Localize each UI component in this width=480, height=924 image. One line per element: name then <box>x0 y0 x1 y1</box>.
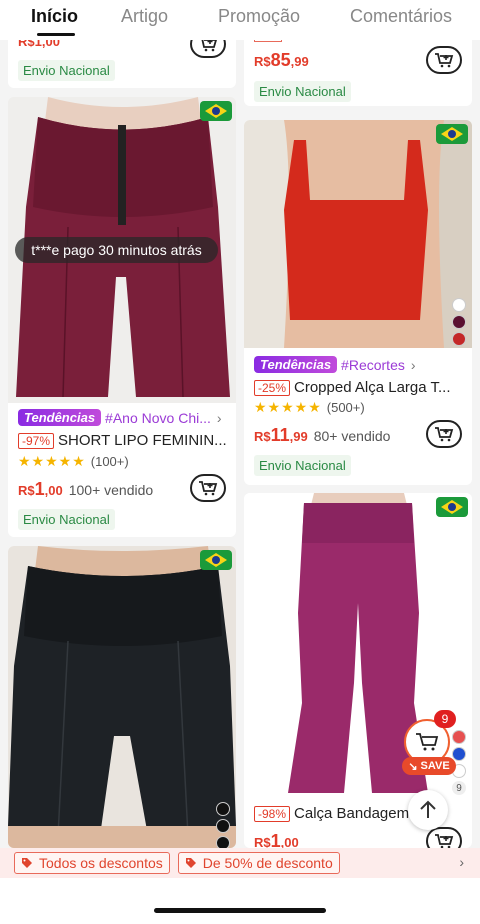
chevron-right-icon: › <box>410 356 416 373</box>
trend-down-icon: ↘ <box>408 760 418 773</box>
color-swatches[interactable] <box>216 802 230 848</box>
trend-badge: Tendências <box>254 356 338 373</box>
price-row: R$ 85 ,99 <box>254 50 315 71</box>
review-count: (100+) <box>90 454 129 469</box>
product-title: SHORT LIPO FEMININ... <box>58 432 227 449</box>
price-currency: R$ <box>254 429 271 444</box>
cart-plus-icon <box>435 427 454 442</box>
price-value: 11 <box>270 425 290 445</box>
color-swatch[interactable] <box>452 332 466 346</box>
shipping-label: Envio Nacional <box>18 60 115 81</box>
add-to-cart-button[interactable] <box>426 46 462 74</box>
price-value: 85 <box>270 50 291 70</box>
discount-badge: -25% <box>254 380 291 396</box>
purchase-toast: t***e pago 30 minutos atrás <box>15 237 218 263</box>
price-tag-icon <box>185 858 196 868</box>
product-image[interactable] <box>244 120 472 348</box>
tab-inicio[interactable]: Início <box>31 6 78 27</box>
add-to-cart-button[interactable] <box>190 474 226 502</box>
shipping-label: Envio Nacional <box>254 455 351 476</box>
discount-badge: -97% <box>18 433 55 449</box>
black-shorts-image <box>8 546 236 848</box>
discount-badge: -98% <box>254 806 291 822</box>
tab-comentarios[interactable]: Comentários <box>350 6 452 27</box>
tab-promocao[interactable]: Promoção <box>218 6 300 27</box>
price-tag-icon <box>22 858 32 868</box>
active-tab-indicator <box>37 33 75 36</box>
shopping-cart-icon <box>416 733 439 751</box>
brazil-flag-icon <box>200 101 232 121</box>
all-discounts-pill[interactable]: Todos os descontos <box>14 852 170 874</box>
back-to-top-button[interactable] <box>408 790 448 830</box>
rating-row: ★★★★★ (500+) <box>254 399 365 416</box>
save-badge: ↘ SAVE <box>402 757 456 775</box>
review-count: (500+) <box>326 400 365 415</box>
price-currency: R$ <box>254 54 271 69</box>
price-row: R$ 1 ,00 100+ vendido <box>18 479 153 500</box>
color-swatches[interactable] <box>452 298 466 346</box>
home-indicator[interactable] <box>154 908 326 913</box>
product-image[interactable] <box>8 546 236 848</box>
trend-tag-row[interactable]: Tendências #Recortes › <box>254 356 416 373</box>
chevron-right-icon: › <box>216 409 222 426</box>
cart-plus-icon <box>435 834 454 848</box>
price-currency: R$ <box>18 483 35 498</box>
product-title: Calça Bandagem... <box>294 805 422 822</box>
color-swatch[interactable] <box>452 315 466 329</box>
product-card-partial-right[interactable]: R$ 85 ,99 Envio Nacional <box>244 30 472 106</box>
price-cents: ,00 <box>44 483 63 498</box>
product-title-row: -25% Cropped Alça Larga T... <box>254 379 464 396</box>
sold-count: 100+ vendido <box>68 482 154 498</box>
add-to-cart-button[interactable] <box>426 420 462 448</box>
product-title: Cropped Alça Larga T... <box>294 379 451 396</box>
color-swatch[interactable] <box>216 802 230 816</box>
trend-tag-row[interactable]: Tendências #Ano Novo Chi... › <box>18 409 222 426</box>
pill-label: De 50% de desconto <box>202 855 333 871</box>
cart-plus-icon <box>435 53 454 68</box>
add-to-cart-button[interactable] <box>426 827 462 848</box>
pill-label: Todos os descontos <box>39 855 163 871</box>
chevron-right-icon[interactable]: › <box>459 854 464 870</box>
discount-filter-bar: Todos os descontos De 50% de desconto › <box>0 848 480 878</box>
trend-tag: #Ano Novo Chi... <box>105 409 211 426</box>
product-card-black-shorts[interactable] <box>8 546 236 848</box>
product-card-short-lipo[interactable]: t***e pago 30 minutos atrás Tendências #… <box>8 97 236 537</box>
shipping-label: Envio Nacional <box>18 509 115 530</box>
cart-plus-icon <box>199 481 218 496</box>
price-row: R$ 1 ,00 <box>254 831 305 848</box>
star-rating-icon: ★★★★★ <box>254 399 322 415</box>
home-indicator-area <box>0 878 480 924</box>
red-cropped-top-image <box>244 120 472 348</box>
arrow-up-icon <box>420 800 436 818</box>
product-card-cropped[interactable]: Tendências #Recortes › -25% Cropped Alça … <box>244 120 472 485</box>
brazil-flag-icon <box>200 550 232 570</box>
brazil-flag-icon <box>436 124 468 144</box>
sold-count: 80+ vendido <box>313 428 391 444</box>
trend-tag: #Recortes <box>341 356 405 373</box>
color-swatch[interactable] <box>216 836 230 848</box>
brazil-flag-icon <box>436 497 468 517</box>
price-cents: ,99 <box>290 54 309 69</box>
color-swatch <box>452 747 466 761</box>
price-currency: R$ <box>254 835 271 848</box>
price-cents: ,99 <box>289 429 308 444</box>
extra-count: 9 <box>452 781 466 795</box>
save-label: SAVE <box>420 760 450 772</box>
fifty-percent-pill[interactable]: De 50% de desconto <box>177 852 340 874</box>
price-value: 1 <box>34 479 45 499</box>
cart-count-badge: 9 <box>434 710 456 728</box>
price-row: R$ 11 ,99 80+ vendido <box>254 425 390 446</box>
star-rating-icon: ★★★★★ <box>18 453 86 469</box>
color-swatch[interactable] <box>216 819 230 833</box>
top-tab-bar: Início Artigo Promoção Comentários <box>0 0 480 40</box>
trend-badge: Tendências <box>18 409 102 426</box>
product-title-row: -97% SHORT LIPO FEMININ... <box>18 432 228 449</box>
shipping-label: Envio Nacional <box>254 81 351 102</box>
rating-row: ★★★★★ (100+) <box>18 453 129 470</box>
tab-artigo[interactable]: Artigo <box>121 6 168 27</box>
price-cents: ,00 <box>280 835 299 848</box>
color-swatch <box>452 730 466 744</box>
price-value: 1 <box>270 831 281 848</box>
color-swatch[interactable] <box>452 298 466 312</box>
